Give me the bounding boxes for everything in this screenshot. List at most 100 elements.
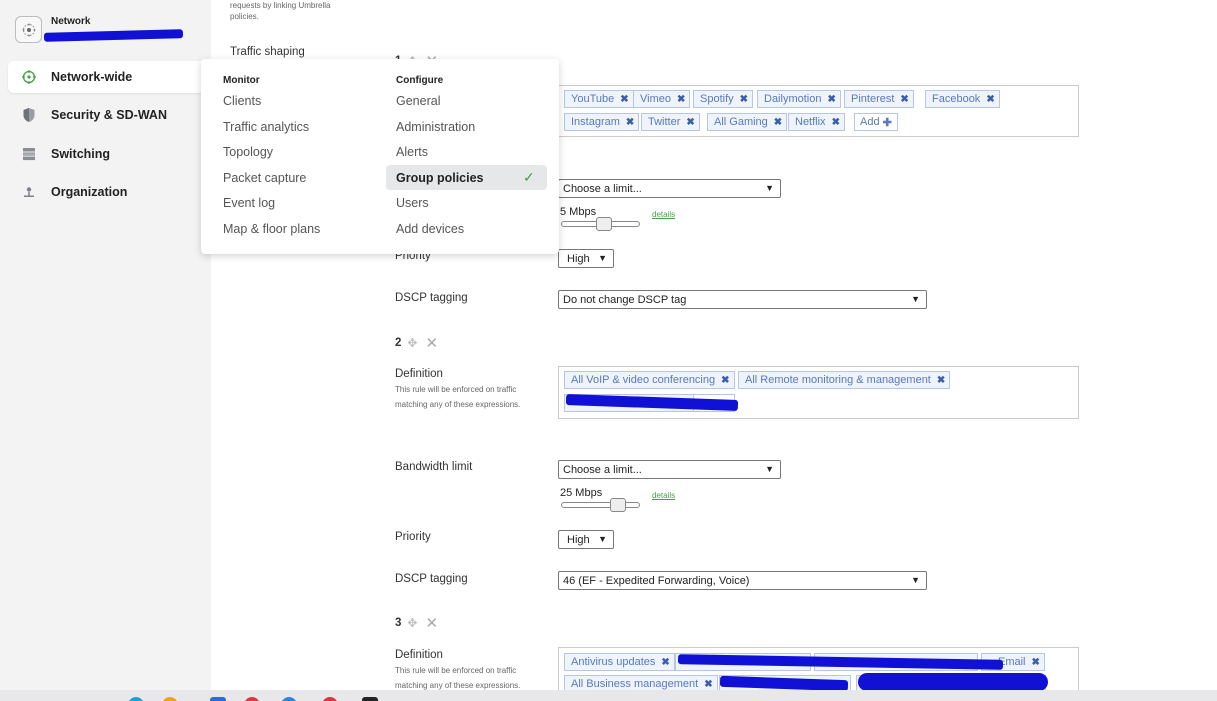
menu-item-group-policies-label: Group policies [396, 171, 484, 185]
rule-2-priority-label: Priority [395, 531, 431, 543]
remove-tag-icon[interactable]: ✖ [827, 94, 835, 105]
menu-item-map-floor-plans[interactable]: Map & floor plans [223, 222, 320, 236]
rule-1-bandwidth-select[interactable]: Choose a limit... ▼ [558, 179, 781, 198]
remove-tag-icon[interactable]: ✖ [620, 94, 628, 105]
taskbar-app-icon[interactable] [362, 697, 378, 701]
rule-2-bandwidth-select[interactable]: Choose a limit... ▼ [558, 460, 781, 479]
remove-tag-icon[interactable]: ✖ [986, 94, 994, 105]
rule-2-bandwidth-value: 25 Mbps [560, 487, 603, 499]
sidebar: Network Network-wide Security & SD-WAN S… [0, 0, 211, 701]
tag-label: Pinterest [851, 93, 895, 105]
sidebar-item-label: Organization [51, 185, 128, 199]
rule-2-dscp-select[interactable]: 46 (EF - Expedited Forwarding, Voice) ▼ [558, 571, 927, 590]
rule-1-details-link[interactable]: details [652, 210, 675, 219]
chevron-down-icon: ▼ [598, 534, 607, 544]
close-icon[interactable]: ✕ [425, 614, 438, 632]
remove-tag-icon[interactable]: ✖ [774, 117, 782, 128]
menu-item-clients[interactable]: Clients [223, 94, 261, 108]
tag-label: Instagram [571, 116, 620, 128]
tag: Vimeo ✖ [633, 90, 691, 108]
tag: All Remote monitoring & management ✖ [738, 371, 951, 389]
taskbar [0, 690, 1217, 701]
menu-item-users[interactable]: Users [396, 196, 429, 210]
rule-2-bandwidth-slider[interactable] [561, 502, 640, 508]
add-tag-button[interactable]: Add ✚ [854, 113, 898, 131]
rule-2-definition-box[interactable]: All VoIP & video conferencing ✖ All Remot… [558, 366, 1079, 419]
move-icon[interactable]: ✥ [407, 616, 417, 630]
tag: YouTube ✖ [564, 90, 634, 108]
chevron-down-icon: ▼ [765, 464, 774, 474]
sidebar-item-network-wide[interactable]: Network-wide [8, 61, 211, 93]
remove-tag-icon[interactable]: ✖ [937, 375, 945, 386]
rule-2-priority-select[interactable]: High ▼ [558, 530, 614, 549]
remove-tag-icon[interactable]: ✖ [900, 94, 908, 105]
rule-2-header: 2 ✥ ✕ [395, 334, 438, 352]
rule-2-details-link[interactable]: details [652, 491, 675, 500]
rule-1-slider-thumb[interactable] [596, 217, 612, 231]
move-icon[interactable]: ✥ [407, 336, 417, 350]
rule-number: 3 [395, 617, 402, 629]
sidebar-item-organization[interactable]: Organization [0, 176, 211, 208]
rule-2-dscp-label: DSCP tagging [395, 573, 468, 585]
umbrella-note-2: policies. [230, 12, 259, 21]
chevron-down-icon: ▼ [598, 253, 607, 263]
rule-3-definition-label: Definition [395, 649, 443, 661]
close-icon[interactable]: ✕ [425, 334, 438, 352]
umbrella-note-1: requests by linking Umbrella [230, 1, 331, 10]
remove-tag-icon[interactable]: ✖ [661, 657, 669, 668]
sidebar-item-switching[interactable]: Switching [0, 138, 211, 170]
plus-icon: ✚ [882, 116, 892, 129]
tag: Instagram ✖ [564, 113, 640, 131]
menu-item-topology[interactable]: Topology [223, 145, 273, 159]
taskbar-app-icon[interactable] [210, 697, 226, 701]
chevron-down-icon: ▼ [765, 183, 774, 193]
sidebar-item-label: Security & SD-WAN [51, 108, 167, 122]
network-wide-icon [21, 69, 37, 85]
configure-header: Configure [396, 75, 444, 86]
menu-item-administration[interactable]: Administration [396, 120, 475, 134]
remove-tag-icon[interactable]: ✖ [740, 94, 748, 105]
organization-icon [21, 184, 37, 200]
rule-2-bandwidth-label: Bandwidth limit [395, 461, 473, 473]
menu-item-add-devices[interactable]: Add devices [396, 222, 464, 236]
rule-1-dscp-select[interactable]: Do not change DSCP tag ▼ [558, 290, 927, 309]
add-label: Add [860, 116, 880, 128]
rule-3-definition-note-1: This rule will be enforced on traffic [395, 666, 517, 675]
rule-2-definition-note-2: matching any of these expressions. [395, 400, 521, 409]
rule-2-slider-thumb[interactable] [610, 498, 626, 512]
tag: Netflix ✖ [788, 113, 845, 131]
menu-item-event-log[interactable]: Event log [223, 196, 275, 210]
tag-label: Vimeo [640, 93, 671, 105]
sidebar-item-security[interactable]: Security & SD-WAN [0, 99, 211, 131]
remove-tag-icon[interactable]: ✖ [686, 117, 694, 128]
remove-tag-icon[interactable]: ✖ [626, 117, 634, 128]
monitor-header: Monitor [223, 75, 260, 86]
remove-tag-icon[interactable]: ✖ [1032, 657, 1040, 668]
select-value: Choose a limit... [563, 463, 642, 476]
tag-label: All VoIP & video conferencing [571, 374, 716, 386]
tag-label: YouTube [571, 93, 615, 105]
rule-1-priority-select[interactable]: High ▼ [558, 249, 614, 268]
switch-icon [21, 146, 37, 162]
remove-tag-icon[interactable]: ✖ [832, 117, 840, 128]
network-wide-menu: Monitor Configure Clients Traffic analyt… [201, 59, 559, 254]
rule-number: 2 [395, 337, 402, 349]
tag: Facebook ✖ [925, 90, 1000, 108]
tag: Dailymotion ✖ [757, 90, 841, 108]
menu-item-alerts[interactable]: Alerts [396, 145, 428, 159]
remove-tag-icon[interactable]: ✖ [721, 375, 729, 386]
rule-2-definition-note-1: This rule will be enforced on traffic [395, 385, 517, 394]
menu-item-packet-capture[interactable]: Packet capture [223, 171, 306, 185]
sidebar-item-label: Switching [51, 147, 111, 161]
remove-tag-icon[interactable]: ✖ [677, 94, 685, 105]
tag-label: All Gaming [714, 116, 768, 128]
traffic-shaping-label: Traffic shaping [230, 46, 305, 58]
menu-item-traffic-analytics[interactable]: Traffic analytics [223, 120, 309, 134]
tag-label: Facebook [932, 93, 981, 105]
shield-icon [21, 107, 37, 123]
rule-1-definition-box[interactable]: YouTube ✖ Vimeo ✖ Spotify ✖ Dailymotion ✖ Pi… [558, 85, 1079, 137]
menu-item-general[interactable]: General [396, 94, 440, 108]
chevron-down-icon: ▼ [911, 575, 920, 585]
remove-tag-icon[interactable]: ✖ [704, 679, 712, 690]
network-icon[interactable] [15, 16, 42, 43]
